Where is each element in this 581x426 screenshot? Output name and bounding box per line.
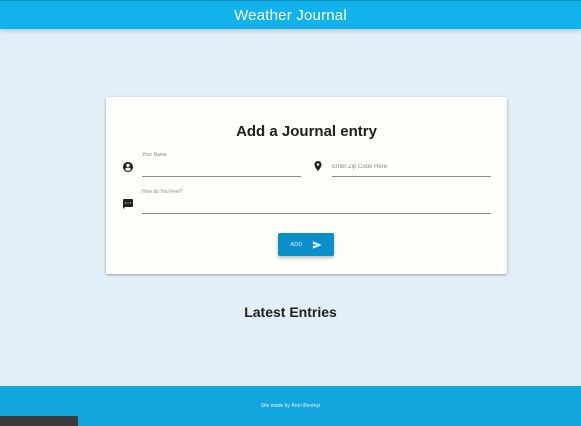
location-pin-icon bbox=[312, 160, 324, 172]
name-underline bbox=[142, 176, 301, 177]
zip-input[interactable] bbox=[332, 161, 491, 173]
journal-entry-card: Add a Journal entry Your Name How do You… bbox=[106, 97, 507, 274]
feelings-underline bbox=[142, 213, 491, 214]
send-icon bbox=[312, 240, 322, 250]
page-footer: Site made by Áron Berényi bbox=[0, 386, 581, 426]
status-bar bbox=[0, 416, 78, 426]
chat-message-icon bbox=[122, 198, 134, 210]
form-title: Add a Journal entry bbox=[236, 123, 377, 140]
name-label: Your Name bbox=[142, 152, 167, 158]
app-title: Weather Journal bbox=[234, 6, 347, 24]
footer-credit: Site made by Áron Berényi bbox=[260, 403, 321, 409]
account-circle-icon bbox=[122, 161, 134, 173]
feelings-label: How do You Feel? bbox=[142, 189, 183, 195]
feelings-input[interactable] bbox=[142, 198, 491, 210]
name-input[interactable] bbox=[142, 161, 301, 173]
latest-entries-heading: Latest Entries bbox=[244, 304, 337, 320]
add-button-label: ADD bbox=[290, 241, 303, 248]
zip-underline bbox=[332, 176, 491, 177]
app-header: Weather Journal bbox=[0, 0, 581, 29]
add-button[interactable]: ADD bbox=[278, 233, 334, 256]
